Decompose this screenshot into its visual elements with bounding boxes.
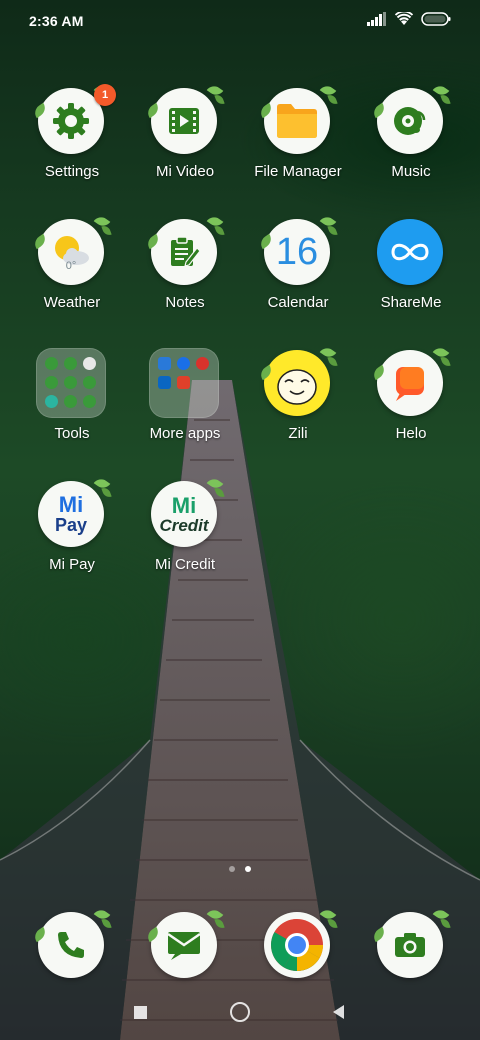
app-label: Music xyxy=(391,163,431,180)
app-notes[interactable]: Notes xyxy=(129,213,241,339)
folder-grid-icon xyxy=(149,348,219,418)
navigation-bar xyxy=(0,990,480,1034)
phone-icon xyxy=(31,906,112,978)
status-bar: 2:36 AM xyxy=(0,0,480,42)
app-mi-pay[interactable]: Mi Pay Mi Pay xyxy=(16,475,128,601)
home-icon[interactable] xyxy=(228,1000,252,1024)
notification-badge: 1 xyxy=(94,84,116,106)
mi-credit-icon: Mi Credit xyxy=(151,475,225,547)
signal-icon xyxy=(367,12,386,26)
app-mi-credit[interactable]: Mi Credit Mi Credit xyxy=(129,475,241,601)
folder-more-apps[interactable]: More apps xyxy=(129,346,241,470)
battery-icon xyxy=(421,12,451,26)
folder-tools[interactable]: Tools xyxy=(16,346,128,470)
chat-bubble-icon xyxy=(370,344,451,416)
page-dot-active xyxy=(245,866,251,872)
recents-icon[interactable] xyxy=(128,1000,152,1024)
logo-text: Mi xyxy=(171,492,197,518)
calendar-icon: 16 xyxy=(257,213,338,285)
dock-messaging[interactable] xyxy=(129,906,241,984)
app-label: ShareMe xyxy=(380,294,442,311)
status-icons xyxy=(367,12,451,26)
app-music[interactable]: Music xyxy=(355,82,467,208)
chrome-icon xyxy=(264,906,338,978)
infinity-icon xyxy=(377,219,443,285)
page-indicator xyxy=(0,866,480,872)
app-shareme[interactable]: ShareMe xyxy=(355,215,467,339)
app-weather[interactable]: 0° Weather xyxy=(16,213,128,339)
note-icon xyxy=(144,213,225,285)
face-icon xyxy=(257,344,338,416)
back-icon[interactable] xyxy=(326,1000,350,1024)
calendar-day: 16 xyxy=(275,230,319,273)
app-calendar[interactable]: 16 Calendar xyxy=(242,213,354,339)
wifi-icon xyxy=(395,12,413,25)
dock-phone[interactable] xyxy=(16,906,128,984)
dock-camera[interactable] xyxy=(355,906,467,984)
folder-icon xyxy=(257,82,338,154)
app-label: Mi Credit xyxy=(154,556,215,573)
camera-icon xyxy=(370,906,451,978)
weather-temp: 0° xyxy=(65,260,77,272)
status-time: 2:36 AM xyxy=(29,13,84,29)
logo-text: Mi xyxy=(58,492,84,517)
app-settings[interactable]: 1 Settings xyxy=(16,82,128,208)
film-icon xyxy=(144,82,225,154)
folder-grid-icon xyxy=(36,348,106,418)
app-label: Helo xyxy=(395,425,427,442)
app-mi-video[interactable]: Mi Video xyxy=(129,82,241,208)
app-zili[interactable]: Zili xyxy=(242,344,354,470)
sun-cloud-icon: 0° xyxy=(31,213,112,285)
logo-text: Pay xyxy=(54,515,88,535)
app-file-manager[interactable]: File Manager xyxy=(242,82,354,208)
dock-chrome[interactable] xyxy=(242,906,354,984)
logo-text: Credit xyxy=(159,515,209,535)
message-icon xyxy=(144,906,225,978)
mi-pay-icon: Mi Pay xyxy=(38,475,112,547)
music-disc-icon xyxy=(370,82,451,154)
app-helo[interactable]: Helo xyxy=(355,344,467,470)
page-dot xyxy=(229,866,235,872)
